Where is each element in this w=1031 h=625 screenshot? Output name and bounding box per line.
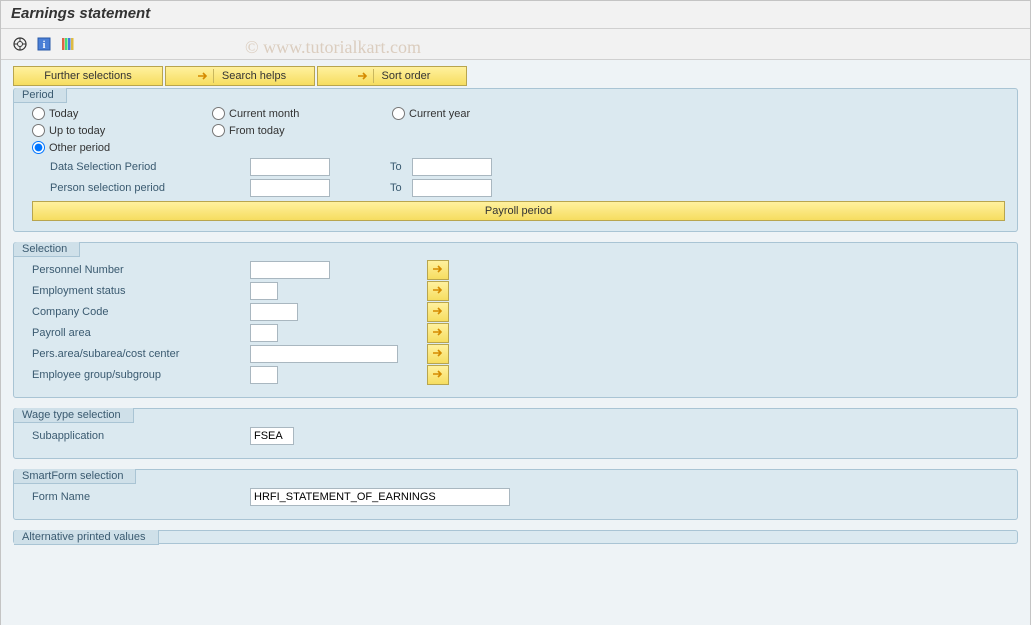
form-name-label: Form Name: [32, 491, 250, 503]
selection-row-input[interactable]: [250, 366, 278, 384]
arrow-right-icon: [354, 69, 374, 83]
selection-row-input[interactable]: [250, 261, 330, 279]
search-helps-button[interactable]: Search helps: [165, 66, 315, 86]
arrow-right-icon: [432, 348, 444, 361]
selection-row-label: Payroll area: [32, 327, 250, 339]
radio-from-today[interactable]: From today: [212, 124, 392, 137]
svg-text:i: i: [43, 40, 46, 51]
arrow-right-icon: [432, 285, 444, 298]
to-label: To: [390, 182, 402, 194]
selection-row-input[interactable]: [250, 303, 298, 321]
multiple-selection-button[interactable]: [427, 260, 449, 280]
selection-row: Payroll area: [32, 324, 1005, 342]
multiple-selection-button[interactable]: [427, 323, 449, 343]
data-selection-to-input[interactable]: [412, 158, 492, 176]
period-group-title: Period: [14, 88, 67, 103]
selection-row-label: Pers.area/subarea/cost center: [32, 348, 250, 360]
selection-group: Selection Personnel Number Employment sta…: [13, 242, 1018, 398]
selection-row-label: Personnel Number: [32, 264, 250, 276]
app-window: Earnings statement © www.tutorialkart.co…: [0, 0, 1031, 625]
form-name-input[interactable]: [250, 488, 510, 506]
selection-row-input[interactable]: [250, 345, 398, 363]
selection-row-input[interactable]: [250, 282, 278, 300]
color-bars-icon[interactable]: [59, 35, 77, 53]
selection-row: Employee group/subgroup: [32, 366, 1005, 384]
arrow-right-icon: [432, 264, 444, 277]
arrow-right-icon: [432, 306, 444, 319]
wage-type-group: Wage type selection Subapplication: [13, 408, 1018, 459]
sort-order-label: Sort order: [382, 70, 431, 82]
execute-icon[interactable]: [11, 35, 29, 53]
subapplication-input[interactable]: [250, 427, 294, 445]
radio-up-to-today[interactable]: Up to today: [32, 124, 212, 137]
icon-toolbar: i: [1, 29, 1030, 60]
search-helps-label: Search helps: [222, 70, 286, 82]
selection-row: Pers.area/subarea/cost center: [32, 345, 1005, 363]
payroll-period-label: Payroll period: [485, 205, 552, 217]
alt-printed-group-title: Alternative printed values: [14, 530, 159, 545]
payroll-period-button[interactable]: Payroll period: [32, 201, 1005, 221]
person-selection-from-input[interactable]: [250, 179, 330, 197]
info-icon[interactable]: i: [35, 35, 53, 53]
content-area: Further selections Search helps Sort ord…: [1, 60, 1030, 625]
multiple-selection-button[interactable]: [427, 365, 449, 385]
further-selections-label: Further selections: [44, 70, 131, 82]
selection-row-label: Employee group/subgroup: [32, 369, 250, 381]
arrow-right-icon: [432, 369, 444, 382]
data-selection-period-label: Data Selection Period: [50, 161, 250, 173]
smartform-group: SmartForm selection Form Name: [13, 469, 1018, 520]
radio-other-period[interactable]: Other period: [32, 141, 212, 154]
multiple-selection-button[interactable]: [427, 344, 449, 364]
selection-row-label: Employment status: [32, 285, 250, 297]
subapplication-label: Subapplication: [32, 430, 250, 442]
alt-printed-group: Alternative printed values: [13, 530, 1018, 544]
selection-row: Employment status: [32, 282, 1005, 300]
person-selection-period-label: Person selection period: [50, 182, 250, 194]
wage-type-group-title: Wage type selection: [14, 408, 134, 423]
radio-today[interactable]: Today: [32, 107, 212, 120]
page-title: Earnings statement: [1, 1, 1030, 29]
data-selection-from-input[interactable]: [250, 158, 330, 176]
multiple-selection-button[interactable]: [427, 302, 449, 322]
arrow-right-icon: [194, 69, 214, 83]
to-label: To: [390, 161, 402, 173]
selection-button-row: Further selections Search helps Sort ord…: [13, 66, 1018, 86]
selection-group-title: Selection: [14, 242, 80, 257]
selection-row-input[interactable]: [250, 324, 278, 342]
radio-current-month[interactable]: Current month: [212, 107, 392, 120]
selection-row: Personnel Number: [32, 261, 1005, 279]
selection-row: Company Code: [32, 303, 1005, 321]
radio-current-year[interactable]: Current year: [392, 107, 572, 120]
multiple-selection-button[interactable]: [427, 281, 449, 301]
selection-row-label: Company Code: [32, 306, 250, 318]
period-group: Period Today Current month Current year …: [13, 88, 1018, 232]
arrow-right-icon: [432, 327, 444, 340]
sort-order-button[interactable]: Sort order: [317, 66, 467, 86]
further-selections-button[interactable]: Further selections: [13, 66, 163, 86]
person-selection-to-input[interactable]: [412, 179, 492, 197]
smartform-group-title: SmartForm selection: [14, 469, 136, 484]
